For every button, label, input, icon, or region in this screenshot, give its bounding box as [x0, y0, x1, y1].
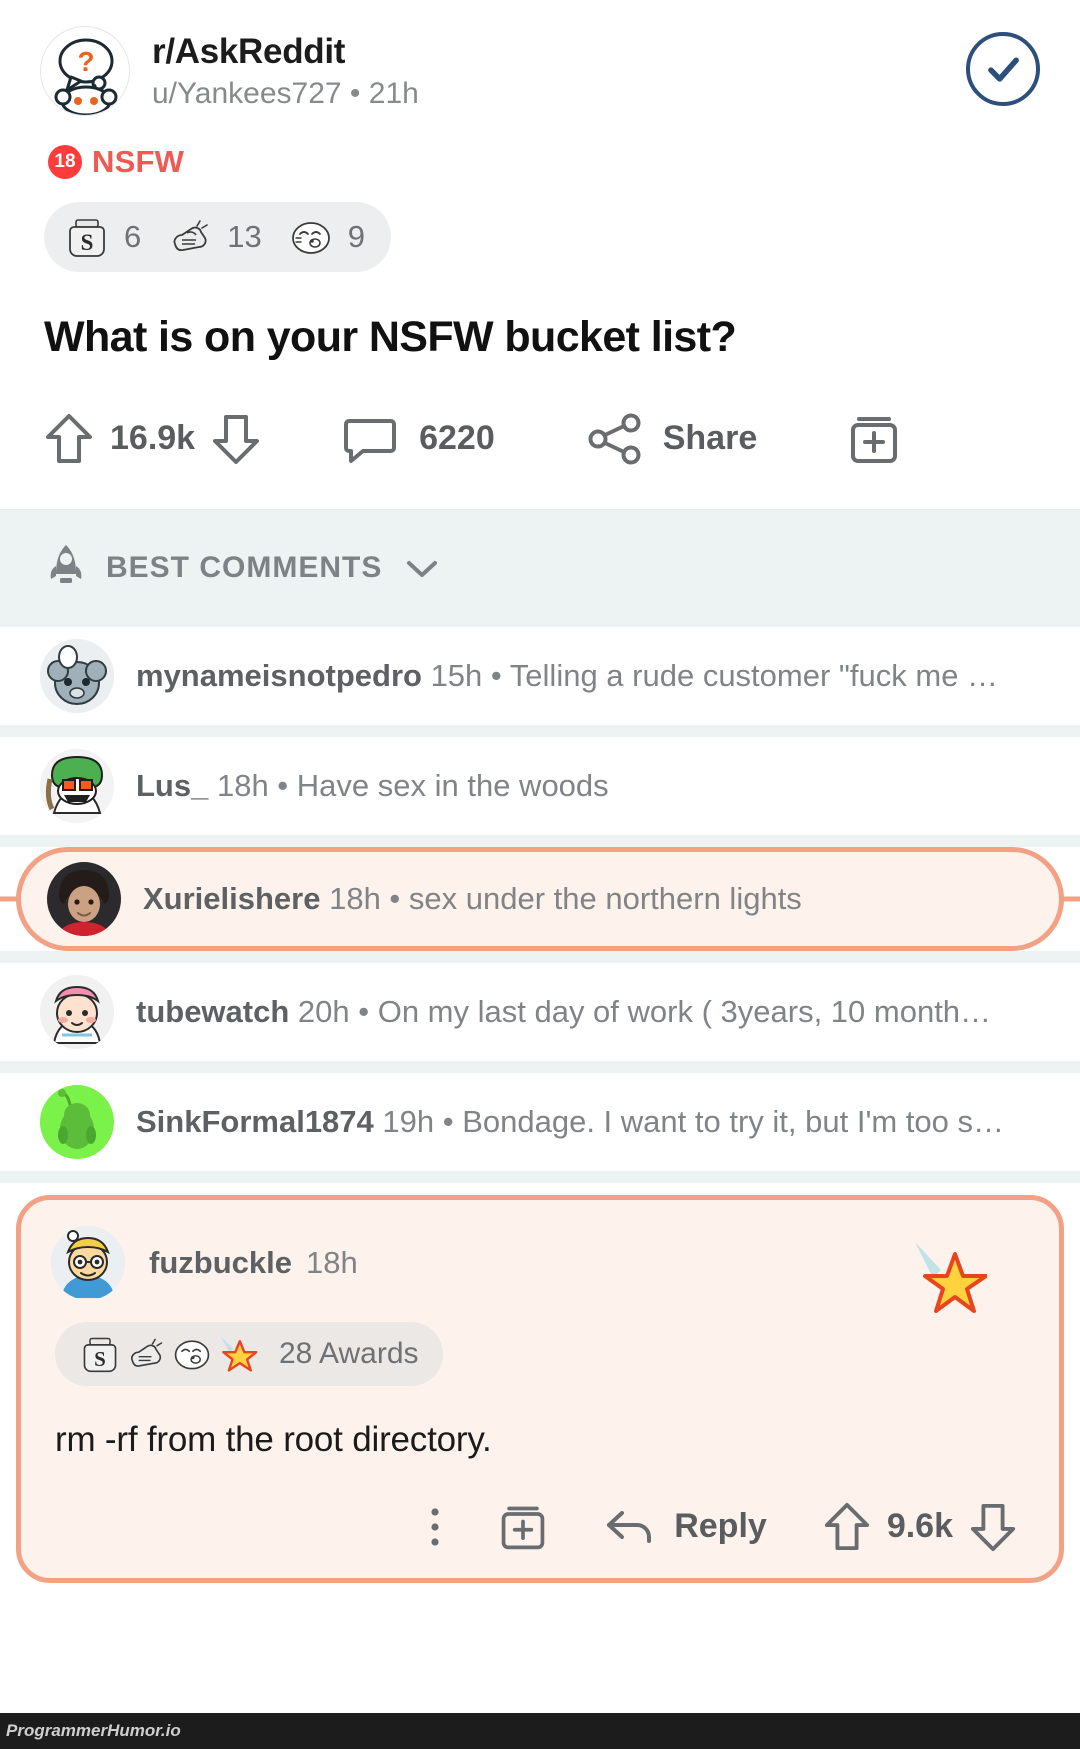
comment-meta: 18h • Have sex in the woods	[208, 768, 609, 804]
avatar	[47, 861, 121, 936]
comment-author[interactable]: tubewatch	[136, 994, 289, 1029]
comment-row[interactable]: SinkFormal1874 19h • Bondage. I want to …	[0, 1072, 1080, 1171]
share-label: Share	[662, 419, 758, 458]
reply-button[interactable]: Reply	[604, 1505, 767, 1549]
featured-comment-author[interactable]: fuzbuckle	[149, 1245, 292, 1281]
comment-preview: tubewatch 20h • On my last day of work (…	[136, 993, 1050, 1030]
reply-label: Reply	[674, 1507, 767, 1546]
comment-meta: 18h • sex under the northern lights	[320, 881, 802, 917]
arrow-up-icon[interactable]	[823, 1500, 871, 1554]
share-node-icon[interactable]	[587, 412, 643, 466]
comment-meta: 19h • Bondage. I want to try it, but I'm…	[373, 1104, 1004, 1140]
highlighted-comment-wrapper: Xurielishere 18h • sex under the norther…	[0, 846, 1080, 951]
comment-preview: SinkFormal1874 19h • Bondage. I want to …	[136, 1103, 1050, 1140]
featured-awards-label: 28 Awards	[279, 1336, 419, 1370]
reply-arrow-icon	[604, 1505, 656, 1549]
nsfw-label: NSFW	[92, 144, 185, 179]
featured-comment-card[interactable]: fuzbuckle 18h S 28 Awards rm -rf from th…	[16, 1194, 1064, 1583]
divider	[0, 1170, 1080, 1183]
featured-vote-group: 9.6k	[823, 1500, 1017, 1554]
award-bro-fist[interactable]: 13	[167, 214, 262, 260]
post-action-bar: 16.9k 6220 Share	[0, 363, 1080, 509]
gift-award-icon[interactable]	[498, 1500, 548, 1554]
featured-comment-actions: Reply 9.6k	[51, 1460, 1029, 1558]
silver-award-icon: S	[83, 1337, 117, 1372]
give-award-button[interactable]	[847, 411, 901, 467]
arrow-down-icon[interactable]	[969, 1500, 1017, 1554]
share-group[interactable]: Share	[587, 412, 758, 466]
svg-text:?: ?	[77, 46, 94, 77]
gift-award-icon[interactable]	[847, 411, 901, 467]
comment-author[interactable]: SinkFormal1874	[136, 1104, 374, 1139]
comment-preview: Lus_ 18h • Have sex in the woods	[136, 767, 1050, 804]
award-wholesome-seal[interactable]: 9	[288, 214, 365, 260]
divider	[0, 724, 1080, 737]
post-awards-pill[interactable]: S 6 13 9	[44, 202, 391, 272]
comment-row[interactable]: Lus_ 18h • Have sex in the woods	[0, 736, 1080, 835]
comment-author[interactable]: Xurielishere	[143, 881, 320, 916]
arrow-up-icon[interactable]	[44, 411, 94, 467]
subreddit-name[interactable]: r/AskReddit	[152, 32, 966, 72]
rocket-icon	[44, 542, 88, 594]
reddit-post-screenshot: ? r/AskReddit u/Yankees727 • 21h 18 NSFW	[0, 0, 1080, 1749]
watermark: ProgrammerHumor.io	[0, 1713, 1080, 1749]
comment-row[interactable]: tubewatch 20h • On my last day of work (…	[0, 962, 1080, 1061]
avatar	[40, 974, 114, 1049]
comment-row[interactable]: mynameisnotpedro 15h • Telling a rude cu…	[0, 626, 1080, 725]
post-header: ? r/AskReddit u/Yankees727 • 21h	[0, 0, 1080, 116]
post-comment-count: 6220	[419, 419, 495, 458]
shooting-star-icon	[907, 1238, 987, 1314]
svg-text:S: S	[94, 1347, 106, 1371]
post-title: What is on your NSFW bucket list?	[44, 313, 737, 361]
wholesome-seal-award-icon	[174, 1340, 210, 1370]
divider	[0, 834, 1080, 847]
avatar	[40, 748, 114, 823]
bro-fist-award-icon	[131, 1338, 163, 1367]
featured-awards-pill[interactable]: S 28 Awards	[55, 1321, 443, 1386]
avatar	[40, 638, 114, 713]
avatar	[40, 1084, 114, 1159]
kebab-menu-icon[interactable]	[428, 1502, 442, 1552]
speech-bubble-icon[interactable]	[343, 412, 397, 466]
check-circle-icon[interactable]	[966, 32, 1040, 106]
comment-sort-bar[interactable]: BEST COMMENTS	[0, 508, 1080, 627]
post-upvote-count: 16.9k	[110, 419, 196, 458]
age-18-icon: 18	[48, 145, 82, 179]
comment-group[interactable]: 6220	[343, 412, 495, 466]
comment-author[interactable]: Lus_	[136, 768, 208, 803]
svg-text:S: S	[81, 230, 94, 255]
featured-vote-count: 9.6k	[886, 1507, 953, 1546]
comment-preview: Xurielishere 18h • sex under the norther…	[143, 880, 1029, 917]
vote-group: 16.9k	[44, 411, 261, 467]
award-silver[interactable]: S 6	[64, 214, 141, 260]
comment-row-highlighted[interactable]: Xurielishere 18h • sex under the norther…	[16, 846, 1064, 951]
featured-comment-time: 18h	[305, 1244, 358, 1280]
bro-fist-award-icon	[173, 220, 209, 252]
comment-sort-label: BEST COMMENTS	[106, 551, 383, 585]
award-count: 13	[227, 219, 262, 254]
post-author-line: u/Yankees727 • 21h	[152, 77, 419, 111]
divider	[0, 1060, 1080, 1073]
comment-preview: mynameisnotpedro 15h • Telling a rude cu…	[136, 657, 1050, 694]
comment-author[interactable]: mynameisnotpedro	[136, 658, 422, 693]
nsfw-tag: 18 NSFW	[0, 116, 1080, 180]
chevron-down-icon[interactable]	[404, 556, 440, 580]
avatar	[51, 1225, 125, 1300]
comment-meta: 20h • On my last day of work ( 3years, 1…	[289, 994, 992, 1030]
wholesome-seal-award-icon	[291, 222, 330, 254]
silver-award-icon: S	[69, 219, 105, 257]
award-count: 9	[347, 219, 365, 254]
arrow-down-icon[interactable]	[211, 411, 261, 467]
subreddit-meta: r/AskReddit u/Yankees727 • 21h	[152, 26, 966, 112]
featured-comment-header: fuzbuckle 18h	[51, 1225, 1029, 1300]
comment-meta: 15h • Telling a rude customer "fuck me …	[421, 658, 999, 694]
award-count: 6	[124, 219, 142, 254]
starstruck-award-icon	[220, 1336, 258, 1372]
subreddit-avatar[interactable]: ?	[40, 26, 130, 116]
featured-comment-body: rm -rf from the root directory.	[55, 1419, 492, 1459]
divider	[0, 950, 1080, 963]
